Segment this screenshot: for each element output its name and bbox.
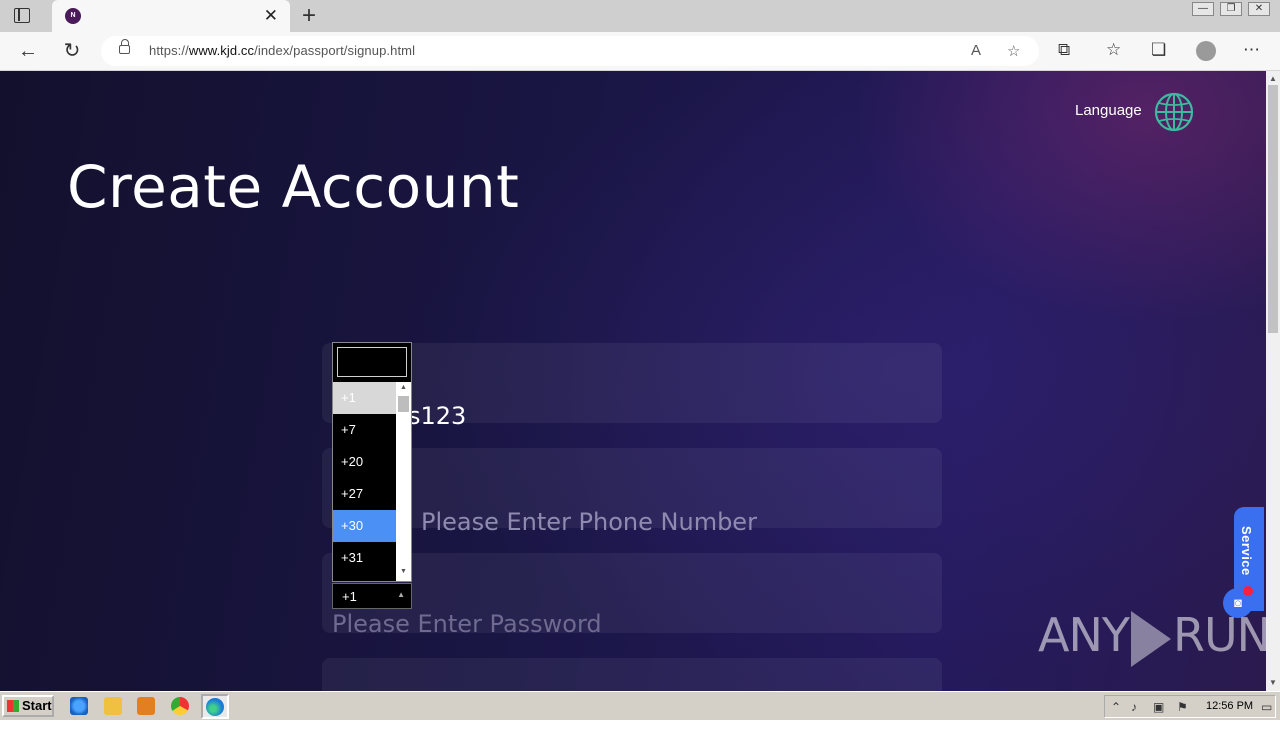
language-label[interactable]: Language	[1075, 102, 1142, 119]
window-controls: — ❐ ✕	[1192, 2, 1270, 16]
network-icon[interactable]: ▣	[1153, 700, 1164, 714]
chrome-icon[interactable]	[171, 697, 189, 715]
minimize-button[interactable]: —	[1192, 2, 1214, 16]
new-tab-button[interactable]: +	[302, 3, 316, 29]
read-aloud-icon[interactable]: A	[971, 42, 981, 59]
option-item[interactable]: +1	[333, 382, 396, 414]
ie-icon[interactable]	[70, 697, 88, 715]
globe-icon[interactable]	[1154, 92, 1194, 132]
dropdown-search-input[interactable]	[337, 347, 407, 377]
option-item[interactable]: +31	[333, 542, 396, 574]
site-favicon-icon: N	[65, 8, 81, 24]
lock-icon[interactable]	[119, 39, 130, 54]
option-item-highlighted[interactable]: +30	[333, 510, 396, 542]
scroll-up-icon[interactable]: ▲	[1269, 74, 1277, 83]
clock[interactable]: 12:56 PM	[1206, 700, 1253, 712]
url-text[interactable]: https://www.kjd.cc/index/passport/signup…	[149, 43, 415, 58]
dropdown-scroll-thumb[interactable]	[398, 396, 409, 412]
start-label: Start	[22, 698, 52, 713]
username-value: s123	[408, 402, 467, 430]
option-item[interactable]: +27	[333, 478, 396, 510]
explorer-folder-icon[interactable]	[104, 697, 122, 715]
more-menu-icon[interactable]: ⋯	[1243, 40, 1260, 60]
windows-logo-icon	[7, 700, 19, 712]
taskbar: Start ⌃ ♪ ▣ ⚑ ▭ 12:56 PM	[0, 691, 1280, 720]
page-title: Create Account	[67, 153, 520, 221]
dropdown-options: +1 +7 +20 +27 +30 +31	[333, 382, 396, 574]
tab-actions-icon[interactable]	[14, 8, 30, 23]
restore-button[interactable]: ❐	[1220, 2, 1242, 16]
scroll-down-icon[interactable]: ▼	[1269, 678, 1277, 687]
service-label[interactable]: Service	[1239, 526, 1254, 576]
collections-icon[interactable]: ❏	[1151, 40, 1166, 60]
dropdown-scroll-down-icon[interactable]: ▼	[400, 568, 407, 575]
country-code-select[interactable]: +1 ▲	[332, 583, 412, 609]
edge-icon	[206, 698, 224, 716]
page-scrollbar[interactable]: ▲ ▼	[1266, 71, 1280, 691]
back-arrow-icon[interactable]: ←	[15, 39, 41, 63]
scrollbar-thumb[interactable]	[1268, 85, 1278, 333]
notification-dot	[1243, 586, 1253, 596]
window-close-button[interactable]: ✕	[1248, 2, 1270, 16]
browser-tab[interactable]: N ✕	[52, 0, 290, 32]
extensions-icon[interactable]: ⧉	[1058, 40, 1070, 60]
phone-input[interactable]	[421, 508, 921, 536]
select-arrow-icon: ▲	[397, 590, 405, 599]
volume-icon[interactable]: ♪	[1131, 700, 1137, 714]
add-favorite-icon[interactable]: ☆	[1007, 42, 1020, 60]
play-logo-icon	[1130, 610, 1171, 667]
option-item[interactable]: +7	[333, 414, 396, 446]
favorites-icon[interactable]: ☆	[1106, 40, 1121, 60]
country-code-value: +1	[342, 589, 357, 604]
reload-icon[interactable]: ↻	[59, 39, 85, 63]
dropdown-scroll-up-icon[interactable]: ▲	[400, 384, 407, 391]
media-player-icon[interactable]	[137, 697, 155, 715]
tab-bar: N ✕ + — ❐ ✕	[0, 0, 1280, 32]
anyrun-watermark: ANY RUN	[1038, 608, 1271, 667]
tab-close-icon[interactable]: ✕	[264, 6, 278, 26]
option-item[interactable]: +20	[333, 446, 396, 478]
start-button[interactable]: Start	[2, 695, 54, 717]
profile-avatar[interactable]	[1196, 41, 1216, 61]
dropdown-scrollbar[interactable]: ▲ ▼	[396, 382, 411, 581]
address-bar[interactable]: https://www.kjd.cc/index/passport/signup…	[101, 36, 1039, 66]
country-code-dropdown[interactable]: +1 +7 +20 +27 +30 +31 ▲ ▼	[332, 342, 412, 582]
flag-icon[interactable]: ⚑	[1177, 700, 1188, 714]
taskbar-edge-active[interactable]	[201, 694, 229, 719]
tray-expand-icon[interactable]: ⌃	[1111, 700, 1121, 714]
show-desktop-icon[interactable]: ▭	[1261, 700, 1272, 714]
password-placeholder: Please Enter Password	[332, 610, 602, 638]
address-bar-row: ← ↻ https://www.kjd.cc/index/passport/si…	[0, 32, 1280, 71]
